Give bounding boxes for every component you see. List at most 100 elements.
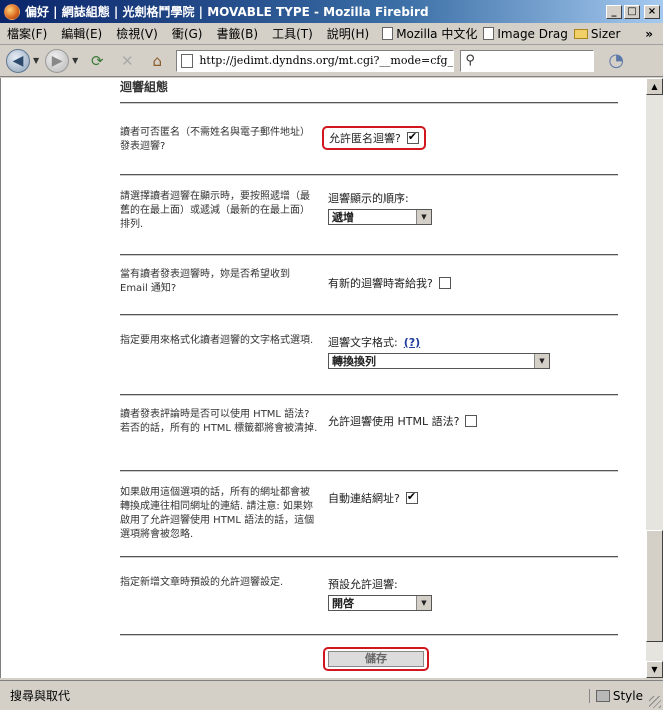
- window-controls: _ □ ×: [606, 4, 660, 19]
- setting-description: 如果啟用這個選項的話，所有的網址都會被轉換成連往相同網址的連結. 請注意: 如果…: [120, 487, 315, 540]
- select-value: 開啓: [332, 597, 354, 610]
- menu-edit[interactable]: 編輯(E): [54, 25, 109, 42]
- title-bar: 偏好 | 網誌組態 | 光劍格鬥學院 | MOVABLE TYPE - Mozi…: [0, 0, 663, 23]
- style-icon: [595, 689, 610, 702]
- chevron-down-icon: ▼: [416, 210, 431, 224]
- page-icon: [382, 27, 394, 40]
- allow-html-control: 允許迴響使用 HTML 語法?: [328, 413, 478, 429]
- divider: [120, 174, 618, 176]
- save-button[interactable]: 儲存: [328, 651, 424, 667]
- bookmark-mozilla-zh[interactable]: Mozilla 中文化: [382, 25, 477, 42]
- setting-row-allow-html: 讀者發表評論時是否可以使用 HTML 語法? 若否的話，所有的 HTML 標籤都…: [120, 408, 618, 458]
- setting-label: 有新的迴響時寄給我?: [328, 277, 433, 290]
- scrollbar-thumb[interactable]: [646, 530, 663, 642]
- default-allow-control: 預設允許迴響: 開啓 ▼: [328, 576, 432, 611]
- setting-label: 預設允許迴響:: [328, 578, 398, 591]
- forward-history-dropdown-icon[interactable]: ▼: [72, 56, 78, 65]
- divider: [120, 314, 618, 316]
- allow-html-checkbox[interactable]: [465, 415, 478, 427]
- page-icon: [181, 53, 194, 68]
- resize-grip-icon[interactable]: [649, 696, 661, 708]
- text-format-label-group: 迴響文字格式: (?): [328, 334, 550, 350]
- page-content: 迴響組態 讀者可否匿名（不需姓名與電子郵件地址）發表迴響? 允許匿名迴響? 請選…: [0, 78, 646, 678]
- setting-row-email-notify: 當有讀者發表迴響時，妳是否希望收到 Email 通知? 有新的迴響時寄給我?: [120, 268, 618, 308]
- text-format-select[interactable]: 轉換換列 ▼: [328, 353, 550, 369]
- throbber-icon: ◔: [608, 50, 625, 71]
- chevron-down-icon: ▼: [534, 354, 549, 368]
- menu-bookmarks[interactable]: 書籤(B): [209, 25, 265, 42]
- setting-label: 迴響文字格式:: [328, 336, 398, 349]
- menu-file[interactable]: 檔案(F): [0, 25, 54, 42]
- section-title: 迴響組態: [120, 80, 169, 94]
- style-switcher[interactable]: Style: [588, 688, 643, 703]
- setting-description: 指定新增文章時預設的允許迴響設定.: [120, 577, 284, 588]
- select-value: 轉換換列: [332, 355, 376, 368]
- setting-label: 允許匿名迴響?: [329, 132, 401, 145]
- chevron-down-icon: ▼: [416, 596, 431, 610]
- address-url: http://jedimt.dyndns.org/mt.cgi?__mode=c…: [199, 54, 454, 67]
- menu-view[interactable]: 檢視(V): [109, 25, 165, 42]
- status-bar: 搜尋與取代 Style: [0, 680, 663, 710]
- page-icon: [483, 27, 495, 40]
- folder-icon: [573, 28, 588, 39]
- setting-label: 自動連結網址?: [328, 492, 400, 505]
- autolink-control: 自動連結網址?: [328, 490, 418, 506]
- anonymous-control: 允許匿名迴響?: [322, 126, 426, 150]
- back-history-dropdown-icon[interactable]: ▼: [33, 56, 39, 65]
- setting-row-anonymous: 讀者可否匿名（不需姓名與電子郵件地址）發表迴響? 允許匿名迴響?: [120, 126, 618, 186]
- divider: [120, 102, 618, 104]
- highlighted-option: 允許匿名迴響?: [322, 126, 426, 150]
- email-notify-checkbox[interactable]: [438, 277, 451, 289]
- bookmark-label: Sizer: [590, 26, 621, 41]
- window-title: 偏好 | 網誌組態 | 光劍格鬥學院 | MOVABLE TYPE - Mozi…: [25, 5, 429, 19]
- search-icon: ⚲: [465, 53, 475, 68]
- bookmark-label: Image Drag: [497, 26, 568, 41]
- sort-order-select[interactable]: 遞增 ▼: [328, 209, 432, 225]
- setting-description: 讀者發表評論時是否可以使用 HTML 語法? 若否的話，所有的 HTML 標籤都…: [120, 409, 318, 434]
- close-button[interactable]: ×: [644, 4, 660, 19]
- more-bookmarks-chevron[interactable]: »: [645, 27, 653, 41]
- menu-help[interactable]: 說明(H): [320, 25, 376, 42]
- setting-label: 迴響顯示的順序:: [328, 192, 409, 205]
- setting-description: 讀者可否匿名（不需姓名與電子郵件地址）發表迴響?: [120, 127, 310, 152]
- allow-anonymous-checkbox[interactable]: [406, 130, 419, 144]
- autolink-checkbox[interactable]: [405, 490, 418, 504]
- setting-row-autolink: 如果啟用這個選項的話，所有的網址都會被轉換成連往相同網址的連結. 請注意: 如果…: [120, 486, 618, 546]
- setting-row-default-allow: 指定新增文章時預設的允許迴響設定. 預設允許迴響: 開啓 ▼: [120, 576, 618, 616]
- menu-go[interactable]: 衝(G): [165, 25, 210, 42]
- home-icon[interactable]: ⌂: [146, 50, 168, 72]
- setting-row-text-format: 指定要用來格式化讀者迴響的文字格式選項. 迴響文字格式: (?) 轉換換列 ▼: [120, 334, 618, 374]
- navigation-toolbar: ◀ ▼ ▶ ▼ ⟳ ✕ ⌂ http://jedimt.dyndns.org/m…: [0, 45, 663, 77]
- setting-description: 指定要用來格式化讀者迴響的文字格式選項.: [120, 335, 314, 346]
- maximize-button[interactable]: □: [624, 4, 640, 19]
- setting-description: 當有讀者發表迴響時，妳是否希望收到 Email 通知?: [120, 269, 290, 294]
- divider: [120, 556, 618, 558]
- divider: [120, 254, 618, 256]
- scroll-down-icon[interactable]: ▼: [646, 661, 663, 678]
- forward-button[interactable]: ▶: [45, 48, 70, 73]
- stop-icon[interactable]: ✕: [116, 50, 138, 72]
- setting-description: 請選擇讀者迴響在顯示時，要按照遞增（最舊的在最上面）或遞減（最新的在最上面）排列…: [120, 191, 310, 230]
- style-label: Style: [612, 688, 643, 703]
- status-text: 搜尋與取代: [10, 689, 71, 703]
- bookmark-sizer[interactable]: Sizer: [573, 26, 621, 41]
- setting-row-sort-order: 請選擇讀者迴響在顯示時，要按照遞增（最舊的在最上面）或遞減（最新的在最上面）排列…: [120, 190, 618, 250]
- setting-label: 允許迴響使用 HTML 語法?: [328, 415, 460, 428]
- bookmark-image-drag[interactable]: Image Drag: [483, 27, 568, 41]
- divider: [120, 470, 618, 472]
- minimize-button[interactable]: _: [606, 4, 622, 19]
- firebird-logo-icon: [4, 3, 20, 20]
- vertical-scrollbar[interactable]: ▲ ▼: [646, 78, 663, 678]
- back-button[interactable]: ◀: [6, 48, 30, 73]
- address-bar[interactable]: http://jedimt.dyndns.org/mt.cgi?__mode=c…: [176, 49, 455, 72]
- text-format-control: 迴響文字格式: (?) 轉換換列 ▼: [328, 334, 550, 369]
- divider: [120, 634, 618, 636]
- bookmark-label: Mozilla 中文化: [396, 27, 478, 41]
- reload-icon[interactable]: ⟳: [86, 50, 108, 72]
- help-link[interactable]: (?): [404, 336, 420, 349]
- scroll-up-icon[interactable]: ▲: [646, 78, 663, 95]
- search-input[interactable]: ⚲: [460, 49, 595, 72]
- default-allow-select[interactable]: 開啓 ▼: [328, 595, 432, 611]
- email-notify-control: 有新的迴響時寄給我?: [328, 275, 451, 291]
- menu-tools[interactable]: 工具(T): [265, 25, 320, 42]
